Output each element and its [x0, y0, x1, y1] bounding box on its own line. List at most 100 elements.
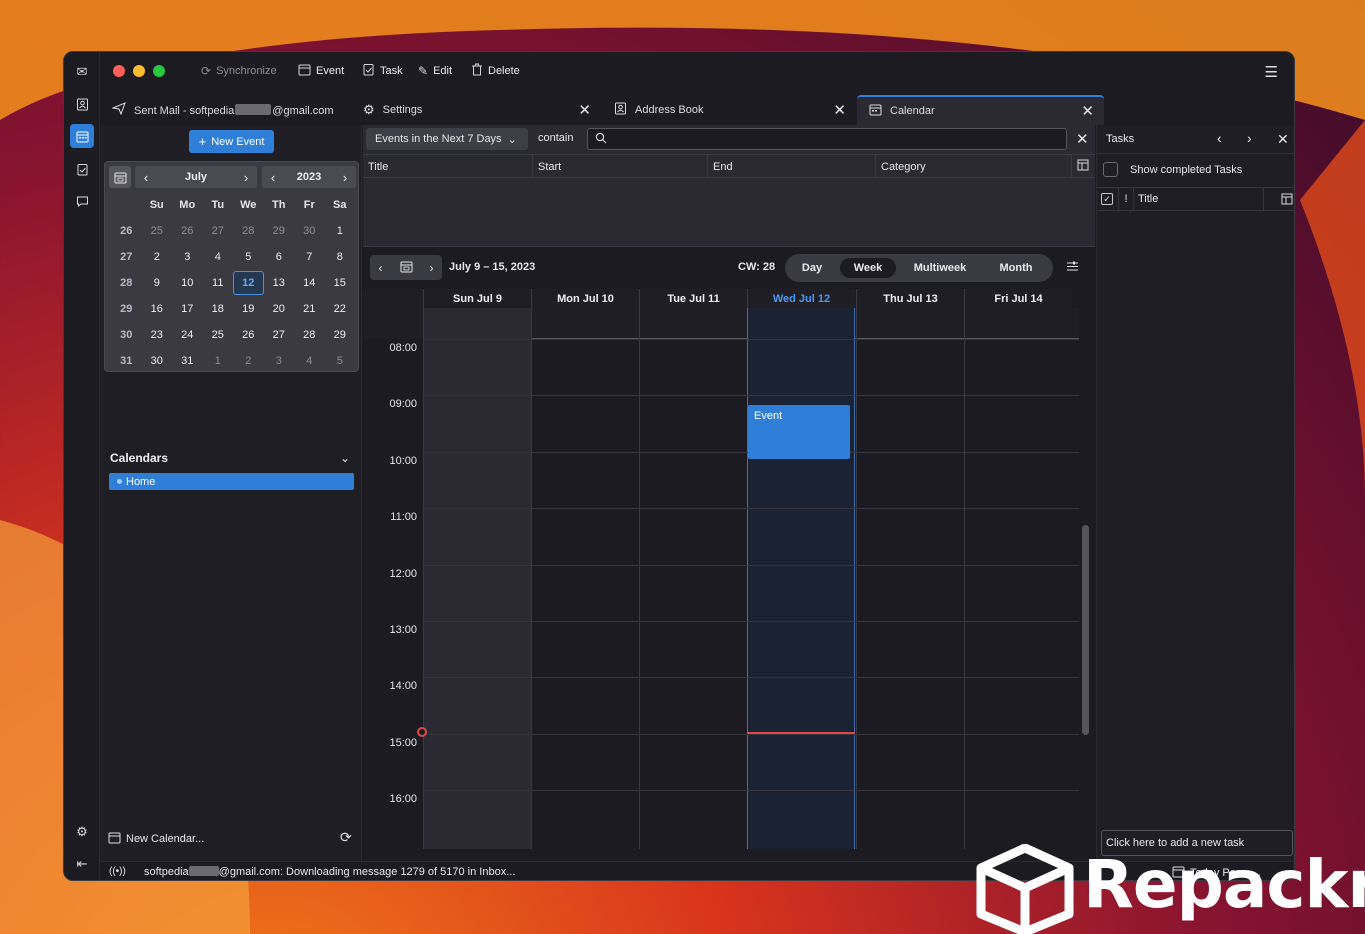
- mini-month-day[interactable]: 20: [264, 303, 295, 315]
- app-menu-icon[interactable]: ☰: [1265, 63, 1278, 81]
- calendar-event[interactable]: Event: [748, 405, 850, 459]
- close-icon[interactable]: ✕: [1076, 130, 1089, 148]
- edit-button[interactable]: ✎ Edit: [418, 63, 452, 79]
- window-close-button[interactable]: [113, 65, 125, 77]
- day-column[interactable]: [639, 308, 747, 849]
- window-zoom-button[interactable]: [153, 65, 165, 77]
- day-column[interactable]: [856, 308, 964, 849]
- mini-month-day[interactable]: 5: [325, 355, 356, 367]
- mini-month-day[interactable]: 29: [325, 329, 356, 341]
- column-title[interactable]: Title: [363, 155, 533, 178]
- mini-month-day[interactable]: 2: [142, 251, 173, 263]
- mini-month-day[interactable]: 28: [294, 329, 325, 341]
- mini-month-day[interactable]: 19: [233, 303, 264, 315]
- tab-sent-mail[interactable]: Sent Mail - softpedia @gmail.com: [100, 95, 340, 125]
- window-minimize-button[interactable]: [133, 65, 145, 77]
- month-label[interactable]: July: [157, 171, 235, 183]
- completed-column-checkbox-icon[interactable]: ✓: [1101, 193, 1113, 205]
- chevron-down-icon[interactable]: ⌄: [340, 451, 350, 465]
- address-book-icon[interactable]: [70, 92, 94, 116]
- day-column-header[interactable]: Sun Jul 9: [423, 289, 531, 308]
- mini-month-day[interactable]: 31: [172, 355, 203, 367]
- day-column[interactable]: [964, 308, 1072, 849]
- next-icon[interactable]: ›: [1247, 130, 1252, 146]
- day-column-header[interactable]: Fri Jul 14: [964, 289, 1072, 308]
- year-label[interactable]: 2023: [284, 171, 334, 183]
- mini-month-day[interactable]: 26: [172, 225, 203, 237]
- event-range-select[interactable]: Events in the Next 7 Days ⌄: [366, 128, 528, 150]
- mini-month-day[interactable]: 3: [172, 251, 203, 263]
- mini-month-day[interactable]: 27: [203, 225, 234, 237]
- tab-calendar[interactable]: Calendar ✕: [857, 95, 1104, 125]
- tasks-icon[interactable]: [70, 157, 94, 181]
- mini-month-day[interactable]: 10: [172, 277, 203, 289]
- mini-month-day[interactable]: 4: [294, 355, 325, 367]
- refresh-icon[interactable]: ⟳: [340, 829, 352, 846]
- mini-month-day[interactable]: 18: [203, 303, 234, 315]
- mini-month-day[interactable]: 11: [203, 277, 234, 289]
- mini-month-day[interactable]: 2: [233, 355, 264, 367]
- view-multiweek-button[interactable]: Multiweek: [903, 258, 977, 278]
- day-column[interactable]: [747, 308, 855, 849]
- next-month-icon[interactable]: ›: [235, 170, 257, 185]
- mini-month-today[interactable]: 12: [233, 271, 264, 295]
- view-day-button[interactable]: Day: [791, 258, 833, 278]
- previous-year-icon[interactable]: ‹: [262, 170, 284, 185]
- mini-month-day[interactable]: 27: [264, 329, 295, 341]
- vertical-scrollbar[interactable]: [1082, 525, 1089, 735]
- mini-month-day[interactable]: 7: [294, 251, 325, 263]
- column-start[interactable]: Start: [533, 155, 708, 178]
- view-options-icon[interactable]: [1066, 260, 1079, 276]
- new-event-toolbar-button[interactable]: Event: [298, 63, 344, 79]
- mini-month-day[interactable]: 30: [142, 355, 173, 367]
- column-end[interactable]: End: [708, 155, 876, 178]
- mini-month-day[interactable]: 5: [233, 251, 264, 263]
- synchronize-button[interactable]: ⟳ Synchronize: [201, 63, 277, 79]
- previous-icon[interactable]: ‹: [1217, 130, 1222, 146]
- collapse-spaces-icon[interactable]: ⇤: [70, 852, 94, 876]
- day-column-header[interactable]: Mon Jul 10: [531, 289, 639, 308]
- mini-month-day[interactable]: 15: [325, 277, 356, 289]
- mini-month-day[interactable]: 30: [294, 225, 325, 237]
- new-calendar-button[interactable]: New Calendar...: [108, 831, 204, 847]
- column-category[interactable]: Category: [876, 155, 1072, 178]
- mini-month-day[interactable]: 21: [294, 303, 325, 315]
- close-icon[interactable]: ✕: [578, 101, 591, 119]
- tab-address-book[interactable]: Address Book ✕: [602, 95, 856, 125]
- mini-month-day[interactable]: 14: [294, 277, 325, 289]
- mini-month-day[interactable]: 23: [142, 329, 173, 341]
- view-month-button[interactable]: Month: [985, 258, 1047, 278]
- chat-icon[interactable]: [70, 189, 94, 213]
- mini-month-day[interactable]: 3: [264, 355, 295, 367]
- mini-month-day[interactable]: 25: [142, 225, 173, 237]
- mini-month-day[interactable]: 26: [233, 329, 264, 341]
- new-event-button[interactable]: + New Event: [189, 130, 274, 153]
- show-completed-toggle[interactable]: Show completed Tasks: [1103, 162, 1242, 177]
- mini-month-day[interactable]: 9: [142, 277, 173, 289]
- next-year-icon[interactable]: ›: [334, 170, 356, 185]
- close-icon[interactable]: ✕: [1277, 131, 1289, 148]
- event-search-input[interactable]: [587, 128, 1067, 150]
- next-week-icon[interactable]: ›: [430, 261, 434, 275]
- column-picker-icon[interactable]: [1077, 159, 1089, 174]
- mini-month-day[interactable]: 1: [203, 355, 234, 367]
- close-icon[interactable]: ✕: [833, 101, 846, 119]
- view-week-button[interactable]: Week: [840, 258, 896, 278]
- mini-month-day[interactable]: 29: [264, 225, 295, 237]
- previous-month-icon[interactable]: ‹: [135, 170, 157, 185]
- mini-month-day[interactable]: 13: [264, 277, 295, 289]
- day-column-header[interactable]: Tue Jul 11: [639, 289, 747, 308]
- day-column[interactable]: [423, 308, 531, 849]
- mini-month-day[interactable]: 17: [172, 303, 203, 315]
- mail-icon[interactable]: ✉: [70, 60, 94, 84]
- mini-month-day[interactable]: 1: [325, 225, 356, 237]
- activity-icon[interactable]: ((•)): [109, 866, 126, 877]
- today-calendar-icon[interactable]: [109, 166, 131, 188]
- filter-mode-label[interactable]: contain: [538, 132, 573, 144]
- mini-month-day[interactable]: 6: [264, 251, 295, 263]
- day-column[interactable]: [531, 308, 639, 849]
- delete-button[interactable]: Delete: [471, 63, 520, 79]
- previous-week-icon[interactable]: ‹: [379, 261, 383, 275]
- mini-month-day[interactable]: 4: [203, 251, 234, 263]
- mini-month-day[interactable]: 22: [325, 303, 356, 315]
